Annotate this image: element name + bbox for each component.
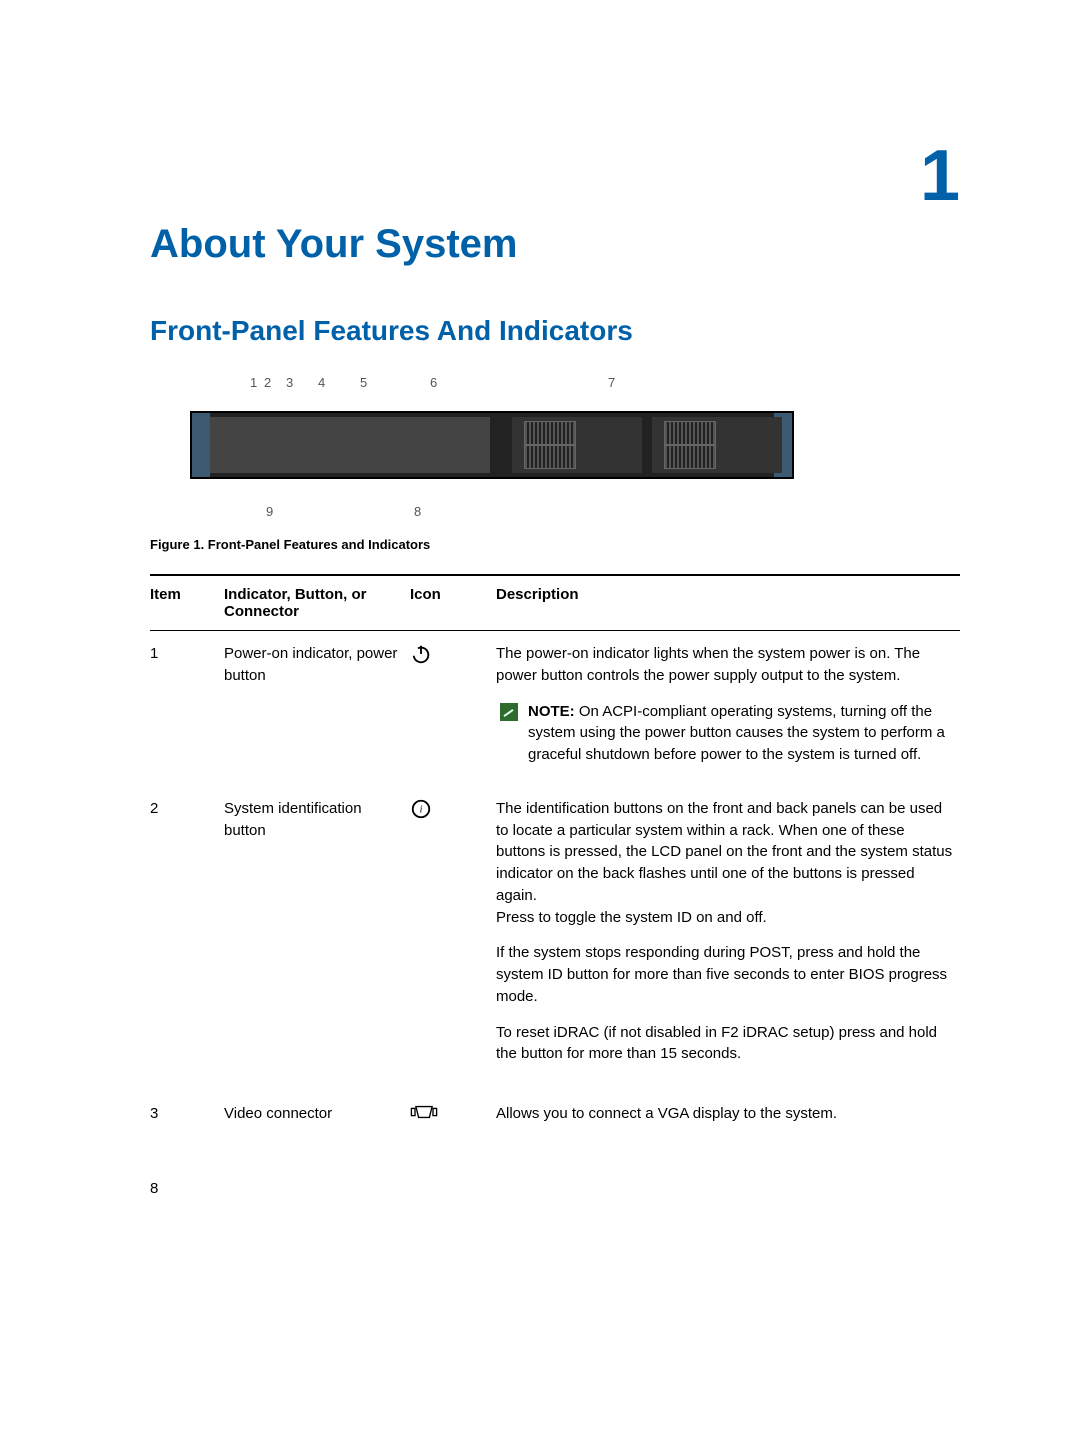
th-indicator: Indicator, Button, or Connector xyxy=(224,575,410,631)
table-row: 2 System identification button i The ide… xyxy=(150,786,960,1091)
desc-p2: If the system stops responding during PO… xyxy=(496,942,954,1007)
chapter-number: 1 xyxy=(150,140,960,212)
cell-icon xyxy=(410,631,496,786)
cell-name: Video connector xyxy=(224,1091,410,1140)
th-icon: Icon xyxy=(410,575,496,631)
note-label: NOTE: xyxy=(528,703,575,720)
figure-callouts-bottom: 9 8 xyxy=(190,479,790,519)
table-row: 3 Video connector Allows you to connect … xyxy=(150,1091,960,1140)
table-row: 1 Power-on indicator, power button The p… xyxy=(150,631,960,786)
note-text: NOTE: On ACPI-compliant operating system… xyxy=(528,701,954,766)
figure-caption: Figure 1. Front-Panel Features and Indic… xyxy=(150,537,960,552)
id-icon: i xyxy=(410,798,432,820)
callout-5: 5 xyxy=(360,375,367,390)
callout-8: 8 xyxy=(414,504,421,519)
cell-item: 3 xyxy=(150,1091,224,1140)
callout-2: 2 xyxy=(264,375,271,390)
cell-desc: Allows you to connect a VGA display to t… xyxy=(496,1091,960,1140)
server-diagram xyxy=(190,411,794,479)
cell-icon: i xyxy=(410,786,496,1091)
callout-9: 9 xyxy=(266,504,273,519)
cell-desc: The identification buttons on the front … xyxy=(496,786,960,1091)
callout-3: 3 xyxy=(286,375,293,390)
vga-icon xyxy=(410,1103,438,1121)
callout-7: 7 xyxy=(608,375,615,390)
callout-4: 4 xyxy=(318,375,325,390)
figure-callouts-top: 1 2 3 4 5 6 7 xyxy=(190,375,790,411)
callout-6: 6 xyxy=(430,375,437,390)
note-block: NOTE: On ACPI-compliant operating system… xyxy=(500,701,954,766)
section-title: Front-Panel Features And Indicators xyxy=(150,315,960,347)
front-panel-figure: 1 2 3 4 5 6 7 9 8 xyxy=(190,375,960,519)
cell-icon xyxy=(410,1091,496,1140)
callout-1: 1 xyxy=(250,375,257,390)
desc-p1: The identification buttons on the front … xyxy=(496,798,954,929)
desc-p3: To reset iDRAC (if not disabled in F2 iD… xyxy=(496,1022,954,1066)
cell-name: Power-on indicator, power button xyxy=(224,631,410,786)
features-table: Item Indicator, Button, or Connector Ico… xyxy=(150,574,960,1140)
page: 1 About Your System Front-Panel Features… xyxy=(0,0,1080,1257)
cell-item: 2 xyxy=(150,786,224,1091)
cell-desc: The power-on indicator lights when the s… xyxy=(496,631,960,786)
cell-name: System identification button xyxy=(224,786,410,1091)
page-title: About Your System xyxy=(150,222,960,267)
note-body: On ACPI-compliant operating systems, tur… xyxy=(528,703,945,764)
svg-text:i: i xyxy=(420,804,423,815)
th-item: Item xyxy=(150,575,224,631)
th-description: Description xyxy=(496,575,960,631)
desc-text: The power-on indicator lights when the s… xyxy=(496,643,954,687)
page-number: 8 xyxy=(150,1180,960,1197)
cell-item: 1 xyxy=(150,631,224,786)
power-icon xyxy=(410,643,432,665)
note-icon xyxy=(500,703,518,721)
